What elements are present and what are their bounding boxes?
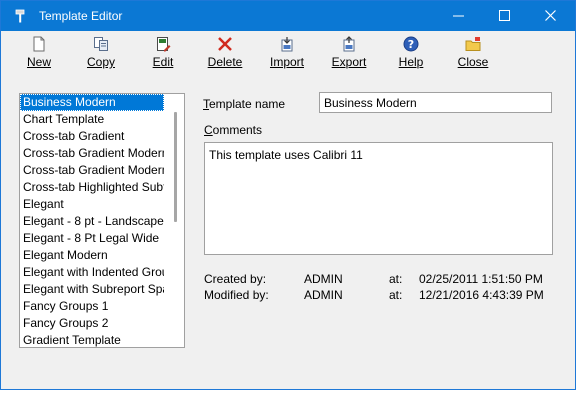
- list-item[interactable]: Elegant: [20, 196, 164, 213]
- hammer-icon: [15, 9, 25, 23]
- svg-text:?: ?: [408, 38, 414, 51]
- list-item[interactable]: Elegant Modern: [20, 247, 164, 264]
- help-icon: ?: [403, 36, 419, 52]
- template-name-label: Template name: [203, 97, 286, 111]
- toolbar: New Copy Edit Delete Import Export ? Hel…: [1, 31, 575, 77]
- created-at-label: at:: [389, 272, 403, 286]
- delete-label: Delete: [207, 55, 243, 69]
- import-button[interactable]: Import: [260, 36, 314, 76]
- copy-button[interactable]: Copy: [74, 36, 128, 76]
- list-item[interactable]: Elegant - 8 Pt Legal Wide: [20, 230, 164, 247]
- new-button[interactable]: New: [12, 36, 66, 76]
- copy-label: Copy: [86, 55, 115, 69]
- list-item[interactable]: Elegant with Indented Groups: [20, 264, 164, 281]
- new-document-icon: [33, 36, 45, 52]
- copy-icon: [94, 37, 108, 51]
- list-item[interactable]: Elegant with Subreport Spacing: [20, 281, 164, 298]
- export-button[interactable]: Export: [322, 36, 376, 76]
- list-item[interactable]: Cross-tab Gradient Modern: [20, 145, 164, 162]
- modified-at-value: 12/21/2016 4:43:39 PM: [419, 288, 544, 302]
- modified-by-label: Modified by:: [204, 288, 269, 302]
- edit-label: Edit: [152, 55, 174, 69]
- import-label: Import: [269, 55, 304, 69]
- close-label: Close: [457, 55, 489, 69]
- created-by-value: ADMIN: [304, 272, 343, 286]
- help-label: Help: [398, 55, 424, 69]
- close-folder-icon: [465, 37, 481, 51]
- list-item[interactable]: Elegant - 8 pt - Landscape: [20, 213, 164, 230]
- close-icon: [545, 10, 556, 21]
- scrollbar-thumb[interactable]: [174, 112, 177, 222]
- list-item[interactable]: Chart Template: [20, 111, 164, 128]
- new-label: New: [26, 55, 51, 69]
- comments-label: Comments: [204, 123, 263, 137]
- list-item[interactable]: Fancy Groups 1: [20, 298, 164, 315]
- minimize-icon: [453, 15, 464, 17]
- list-item[interactable]: Fancy Groups 2: [20, 315, 164, 332]
- list-item[interactable]: Business Modern: [20, 94, 164, 111]
- close-window-button[interactable]: [528, 1, 574, 31]
- comments-field[interactable]: This template uses Calibri 11: [204, 142, 553, 255]
- delete-button[interactable]: Delete: [198, 36, 252, 76]
- minimize-button[interactable]: [436, 1, 482, 31]
- edit-icon: [157, 37, 171, 52]
- template-list[interactable]: Business Modern Chart Template Cross-tab G…: [19, 93, 185, 348]
- title-bar[interactable]: Template Editor: [1, 1, 575, 31]
- maximize-icon: [499, 10, 510, 21]
- list-item[interactable]: Cross-tab Gradient Modern: [20, 162, 164, 179]
- export-icon: [343, 36, 355, 52]
- modified-at-label: at:: [389, 288, 403, 302]
- modified-by-value: ADMIN: [304, 288, 343, 302]
- list-item[interactable]: Cross-tab Gradient: [20, 128, 164, 145]
- help-button[interactable]: ? Help: [384, 36, 438, 76]
- edit-button[interactable]: Edit: [136, 36, 190, 76]
- delete-icon: [218, 37, 232, 51]
- template-name-field[interactable]: Business Modern: [319, 92, 552, 113]
- created-at-value: 02/25/2011 1:51:50 PM: [419, 272, 543, 286]
- list-item[interactable]: Gradient Template: [20, 332, 164, 347]
- list-item[interactable]: Cross-tab Highlighted Subtotals: [20, 179, 164, 196]
- template-editor-window: Template Editor New Copy Edit Delete Imp…: [0, 0, 576, 390]
- import-icon: [281, 37, 293, 52]
- maximize-button[interactable]: [482, 1, 528, 31]
- vertical-scrollbar[interactable]: [167, 94, 184, 347]
- export-label: Export: [331, 55, 367, 69]
- window-title: Template Editor: [39, 9, 123, 23]
- close-button[interactable]: Close: [446, 36, 500, 76]
- created-by-label: Created by:: [204, 272, 267, 286]
